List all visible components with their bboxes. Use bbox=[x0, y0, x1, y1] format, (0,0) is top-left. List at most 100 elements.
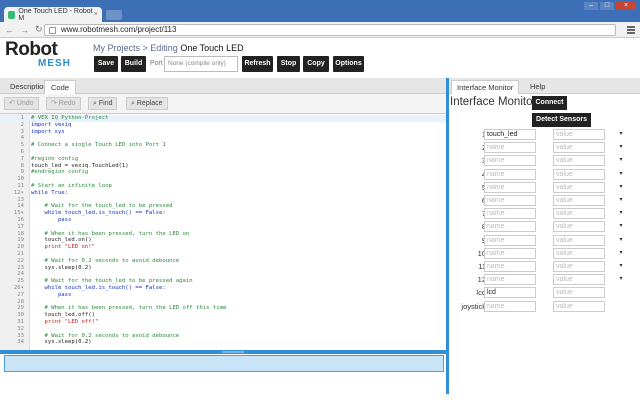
code-line[interactable]: 17 bbox=[0, 224, 446, 231]
port-name-input[interactable]: name bbox=[484, 142, 536, 154]
port-name-input[interactable]: touch_led bbox=[484, 129, 536, 140]
code-line[interactable]: 9 #endregion config bbox=[0, 169, 446, 176]
code-line[interactable]: 7 #region config bbox=[0, 156, 446, 163]
code-line[interactable]: 24 bbox=[0, 271, 446, 278]
port-name-input[interactable]: name bbox=[484, 300, 536, 312]
port-dropdown-icon[interactable]: ▾ bbox=[614, 235, 628, 246]
port-name-input[interactable]: name bbox=[484, 234, 536, 246]
code-line[interactable]: 30 touch_led.off() bbox=[0, 312, 446, 319]
code-line[interactable]: 3 import sys bbox=[0, 129, 446, 136]
address-bar[interactable]: www.robotmesh.com/project/113 bbox=[44, 24, 616, 36]
tab-code[interactable]: Code bbox=[44, 80, 76, 94]
code-line[interactable]: 15▾ while touch_led.is_touch() == False: bbox=[0, 210, 446, 217]
port-dropdown-icon[interactable]: ▾ bbox=[614, 195, 628, 206]
refresh-button[interactable]: Refresh bbox=[242, 56, 273, 72]
code-line[interactable]: 10 bbox=[0, 176, 446, 183]
code-line[interactable]: 29 # When it has been pressed, turn the … bbox=[0, 305, 446, 312]
port-name-input[interactable]: name bbox=[484, 155, 536, 167]
port-dropdown-icon[interactable]: ▾ bbox=[614, 248, 628, 259]
port-dropdown-icon[interactable]: ▾ bbox=[614, 274, 628, 285]
code-text: # Start an infinite loop bbox=[31, 183, 112, 189]
code-line[interactable]: 18 # When it has been pressed, turn the … bbox=[0, 231, 446, 238]
copy-button[interactable]: Copy bbox=[303, 56, 329, 72]
code-line[interactable]: 28 bbox=[0, 299, 446, 306]
port-name-input[interactable]: name bbox=[484, 208, 536, 220]
undo-button[interactable]: ↶ Undo bbox=[4, 97, 39, 110]
port-name-input[interactable]: name bbox=[484, 221, 536, 233]
port-name-input[interactable]: lcd bbox=[484, 287, 536, 299]
build-button[interactable]: Build bbox=[121, 56, 146, 72]
splitter-grip-icon[interactable] bbox=[222, 351, 244, 353]
port-name-input[interactable]: name bbox=[484, 181, 536, 193]
code-line[interactable]: 4 bbox=[0, 135, 446, 142]
port-name-input[interactable]: name bbox=[484, 168, 536, 180]
browser-menu-icon[interactable] bbox=[627, 26, 635, 34]
project-title: One Touch LED bbox=[180, 43, 244, 53]
stop-button[interactable]: Stop bbox=[277, 56, 300, 72]
port-select[interactable]: None (compile only) bbox=[164, 56, 238, 72]
code-line[interactable]: 16 pass bbox=[0, 217, 446, 224]
detect-sensors-button[interactable]: Detect Sensors bbox=[532, 113, 591, 127]
close-tab-icon[interactable]: × bbox=[94, 11, 98, 18]
code-line[interactable]: 32 bbox=[0, 326, 446, 333]
save-button[interactable]: Save bbox=[94, 56, 118, 72]
code-line[interactable]: 20 print "LED on!" bbox=[0, 244, 446, 251]
port-dropdown-icon[interactable]: ▾ bbox=[614, 169, 628, 180]
minimize-icon[interactable]: – bbox=[584, 2, 598, 10]
browser-tab[interactable]: One Touch LED - Robot M × bbox=[4, 7, 102, 22]
code-text: while touch_led.is_touch() == False: bbox=[31, 210, 166, 217]
connect-button[interactable]: Connect bbox=[532, 96, 567, 110]
port-dropdown-icon[interactable]: ▾ bbox=[614, 208, 628, 219]
new-tab-button[interactable] bbox=[106, 10, 122, 20]
port-name-input[interactable]: name bbox=[484, 274, 536, 286]
code-line[interactable]: 26▾ while touch_led.is_touch() == False: bbox=[0, 285, 446, 292]
output-console[interactable] bbox=[4, 355, 444, 372]
code-line[interactable]: 23 sys.sleep(0.2) bbox=[0, 265, 446, 272]
port-dropdown-icon[interactable]: ▾ bbox=[614, 182, 628, 193]
port-name-input[interactable]: name bbox=[484, 195, 536, 206]
tab-help[interactable]: Help bbox=[525, 80, 550, 94]
options-button[interactable]: Options bbox=[333, 56, 364, 72]
code-line[interactable]: 34 sys.sleep(0.2) bbox=[0, 339, 446, 346]
code-line[interactable]: 19 touch_led.on() bbox=[0, 237, 446, 244]
redo-button[interactable]: ↷ Redo bbox=[46, 97, 81, 110]
find-button[interactable]: ⌕ Find bbox=[88, 97, 118, 110]
code-editor[interactable]: 1 # VEX IQ Python-Project 2 import vexiq 3 im… bbox=[0, 114, 446, 350]
back-icon[interactable]: ← bbox=[5, 25, 15, 35]
tab-interface-monitor[interactable]: Interface Monitor bbox=[451, 80, 520, 94]
line-number: 31 bbox=[17, 319, 24, 325]
code-line[interactable]: 21 bbox=[0, 251, 446, 258]
code-line[interactable]: 2 import vexiq bbox=[0, 122, 446, 129]
code-line[interactable]: 25 # Wait for the touch_led to be presse… bbox=[0, 278, 446, 285]
port-name-input[interactable]: name bbox=[484, 247, 536, 259]
forward-icon[interactable]: → bbox=[20, 25, 30, 35]
horizontal-splitter[interactable] bbox=[0, 350, 446, 354]
code-line[interactable]: 1 # VEX IQ Python-Project bbox=[0, 115, 446, 122]
browser-tab-title: One Touch LED - Robot M bbox=[18, 7, 93, 22]
code-line[interactable]: 27 pass bbox=[0, 292, 446, 299]
port-dropdown-icon[interactable]: ▾ bbox=[614, 155, 628, 166]
code-line[interactable]: 22 # Wait for 0.2 seconds to avoid debou… bbox=[0, 258, 446, 265]
code-line[interactable]: 31 print "LED off!" bbox=[0, 319, 446, 326]
code-line[interactable]: 6 bbox=[0, 149, 446, 156]
code-line[interactable]: 8 touch_led = vexiq.TouchLed(1) bbox=[0, 163, 446, 170]
code-text: print "LED off!" bbox=[31, 319, 99, 325]
editor-toolbar: ↶ Undo ↷ Redo ⌕ Find ⌕ Replace bbox=[0, 94, 446, 114]
code-line[interactable]: 11 # Start an infinite loop bbox=[0, 183, 446, 190]
port-dropdown-icon[interactable]: ▾ bbox=[614, 142, 628, 153]
port-dropdown-icon[interactable]: ▾ bbox=[614, 221, 628, 232]
port-dropdown-icon[interactable]: ▾ bbox=[614, 261, 628, 272]
replace-button[interactable]: ⌕ Replace bbox=[126, 97, 168, 110]
code-line[interactable]: 12▾ while True: bbox=[0, 190, 446, 197]
port-dropdown-icon[interactable]: ▾ bbox=[614, 129, 628, 140]
maximize-icon[interactable]: □ bbox=[600, 2, 614, 10]
port-value-field: value bbox=[553, 195, 605, 206]
window-close-icon[interactable]: × bbox=[616, 2, 636, 10]
code-line[interactable]: 33 # Wait for 0.2 seconds to avoid debou… bbox=[0, 333, 446, 340]
port-name-input[interactable]: name bbox=[484, 261, 536, 272]
breadcrumb-my-projects[interactable]: My Projects bbox=[93, 43, 140, 53]
code-line[interactable]: 14 # Wait for the touch_led to be presse… bbox=[0, 203, 446, 210]
line-number: 1 bbox=[20, 115, 24, 121]
code-line[interactable]: 5 # Connect a single Touch LED into Port … bbox=[0, 142, 446, 149]
code-line[interactable]: 13 bbox=[0, 197, 446, 204]
